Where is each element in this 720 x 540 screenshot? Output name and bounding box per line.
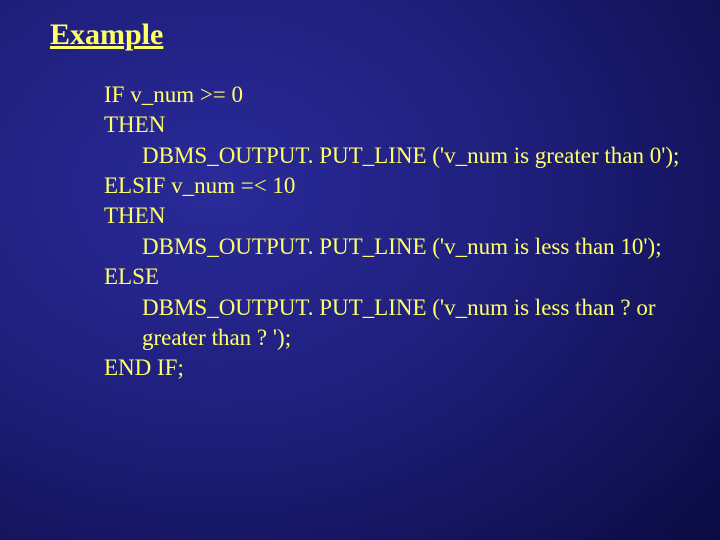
code-line: greater than ? '); (104, 323, 720, 353)
slide-title: Example (50, 18, 720, 52)
code-line: IF v_num >= 0 (104, 80, 720, 110)
code-line: ELSIF v_num =< 10 (104, 171, 720, 201)
code-block: IF v_num >= 0 THEN DBMS_OUTPUT. PUT_LINE… (104, 80, 720, 384)
code-line: DBMS_OUTPUT. PUT_LINE ('v_num is less th… (104, 293, 720, 323)
code-line: DBMS_OUTPUT. PUT_LINE ('v_num is greater… (104, 141, 720, 171)
code-line: ELSE (104, 262, 720, 292)
code-line: THEN (104, 110, 720, 140)
slide: Example IF v_num >= 0 THEN DBMS_OUTPUT. … (0, 0, 720, 540)
code-line: THEN (104, 201, 720, 231)
code-line: END IF; (104, 353, 720, 383)
code-line: DBMS_OUTPUT. PUT_LINE ('v_num is less th… (104, 232, 720, 262)
